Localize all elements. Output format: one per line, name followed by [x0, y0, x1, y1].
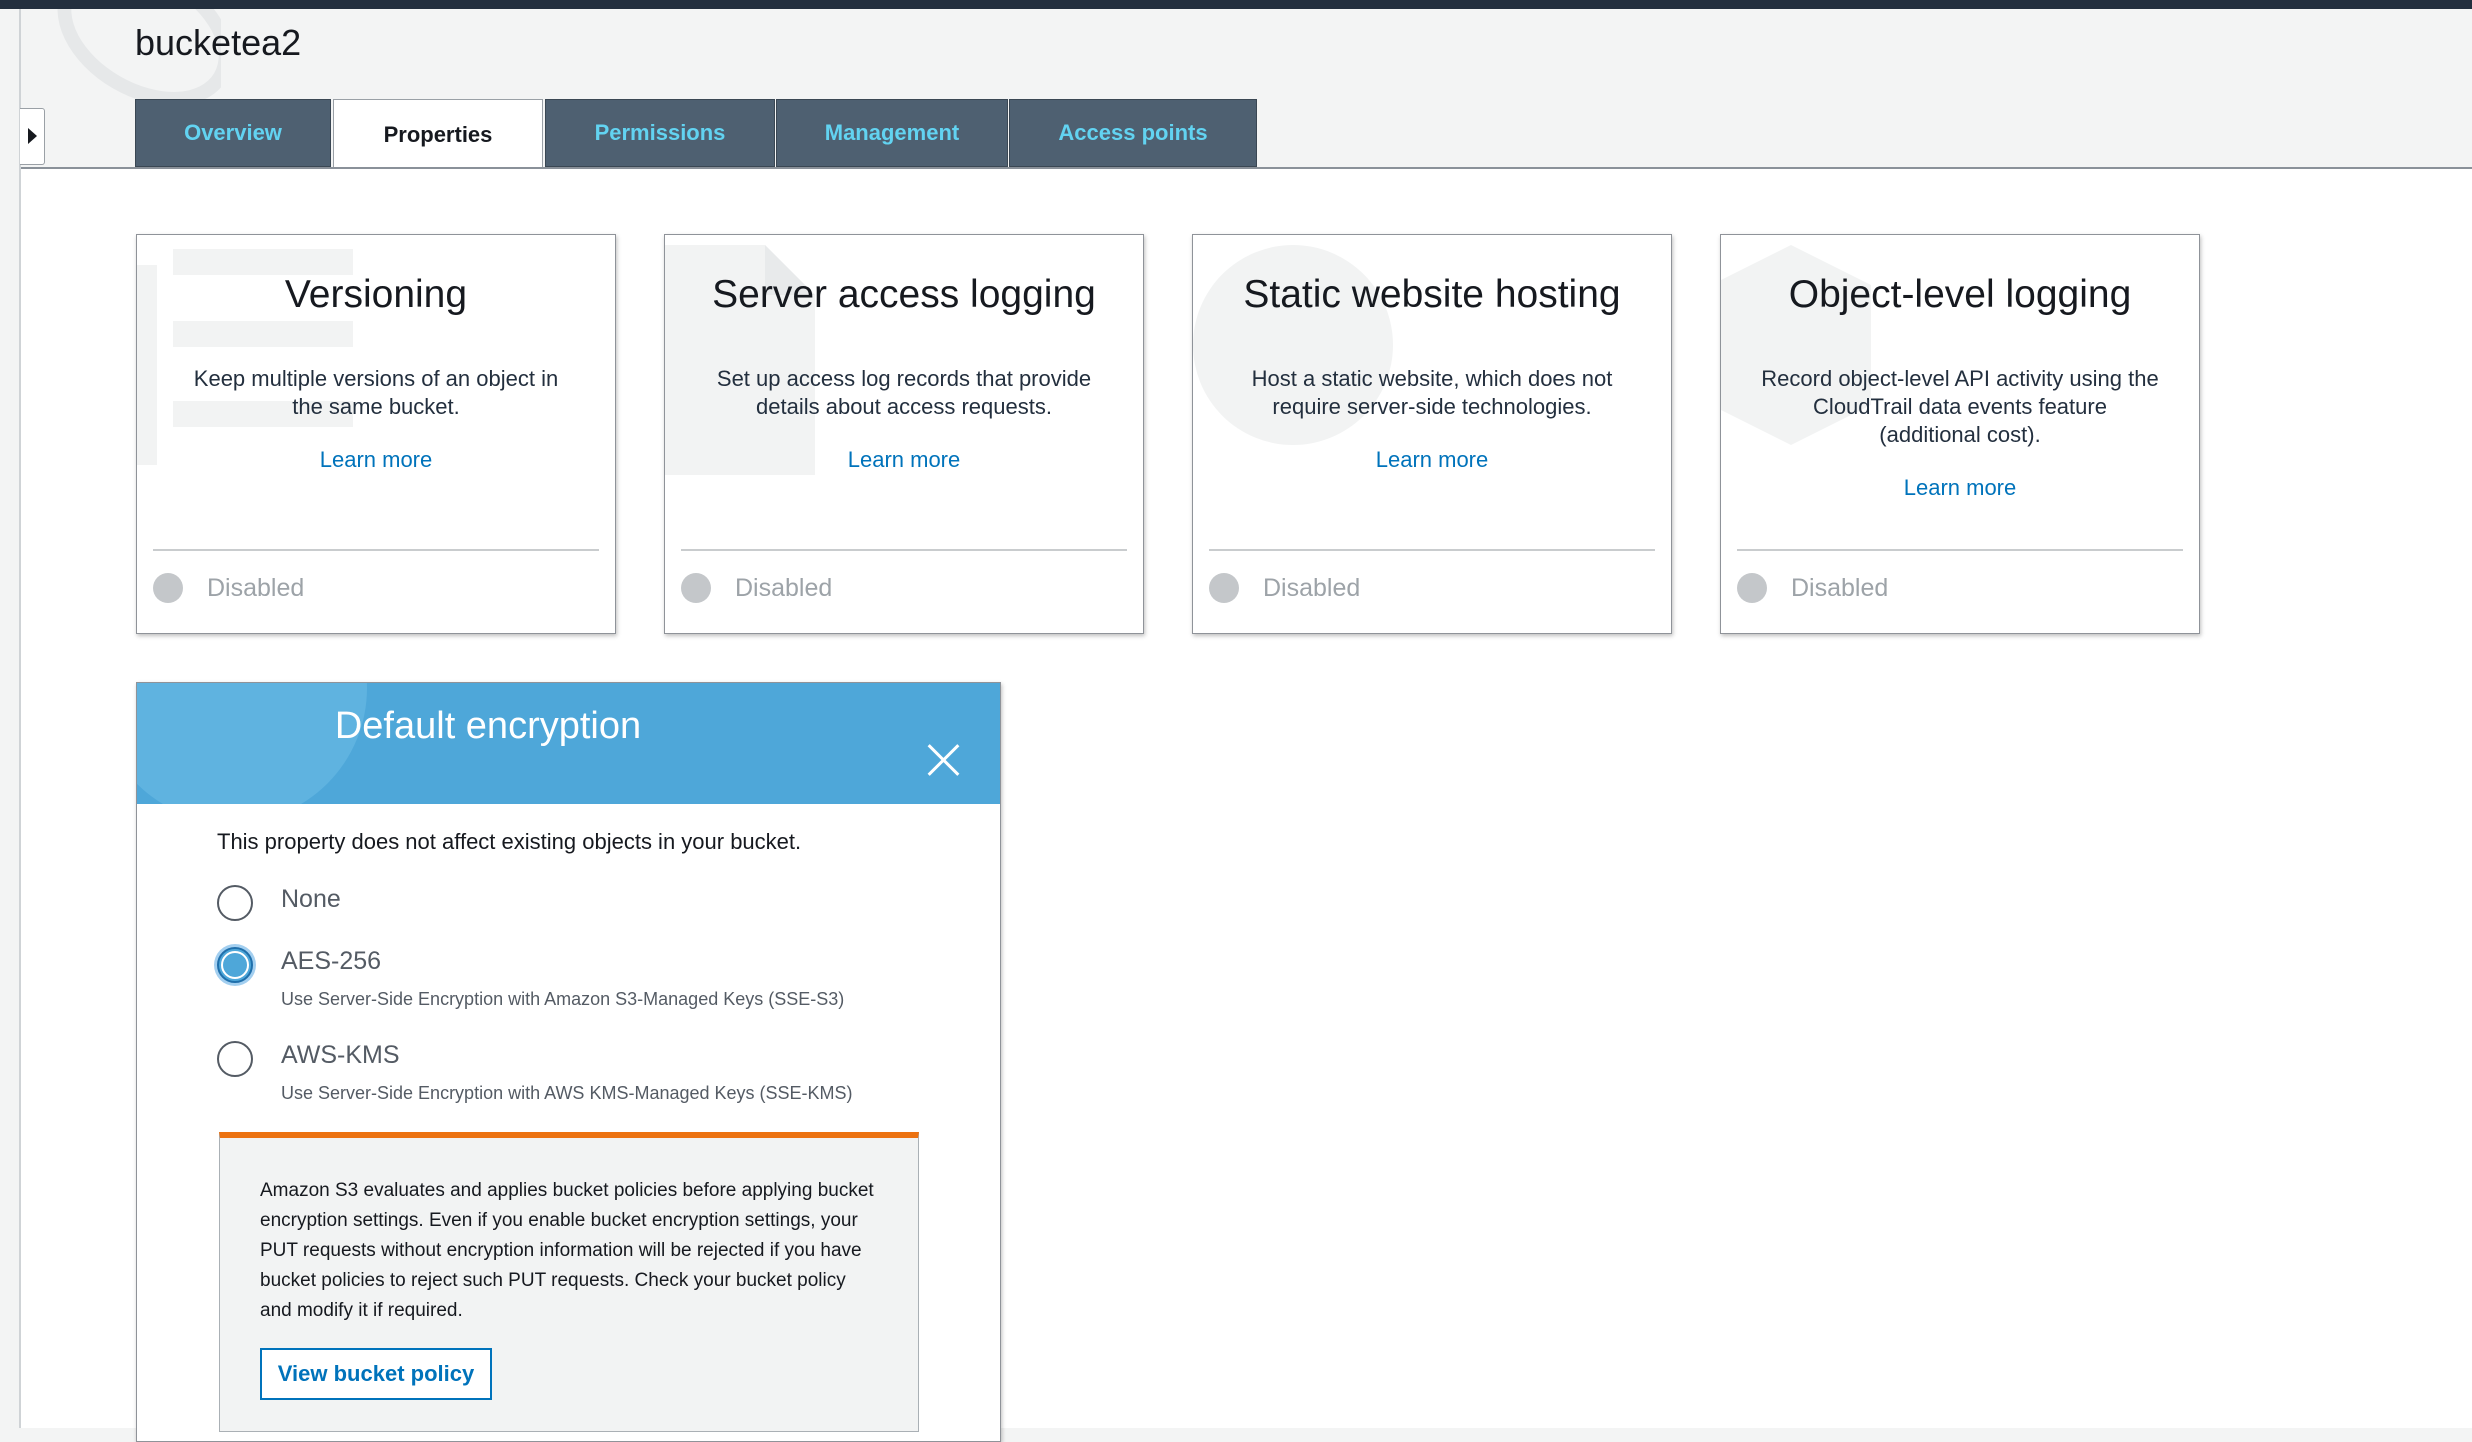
status-label: Disabled — [207, 573, 305, 602]
default-encryption-panel: Default encryption This property does no… — [136, 682, 1001, 1442]
card-divider — [153, 549, 599, 551]
status-label: Disabled — [1263, 573, 1361, 602]
card-title: Versioning — [284, 273, 468, 316]
card-description: Keep multiple versions of an object in t… — [193, 366, 559, 419]
globe-background-icon — [1193, 245, 1393, 445]
tab-permissions[interactable]: Permissions — [545, 99, 775, 167]
card-status: Disabled — [153, 573, 304, 603]
object-level-logging-card[interactable]: Object-level logging Record object-level… — [1720, 234, 2200, 634]
panel-header: Default encryption — [137, 683, 1000, 804]
card-title: Server access logging — [712, 273, 1096, 316]
card-description: Set up access log records that provide d… — [716, 366, 1092, 419]
status-dot-icon — [1737, 573, 1767, 603]
card-divider — [1209, 549, 1655, 551]
status-label: Disabled — [1791, 573, 1889, 602]
card-divider — [1737, 549, 2183, 551]
warning-text: Amazon S3 evaluates and applies bucket p… — [260, 1180, 874, 1321]
option-description: Use Server-Side Encryption with AWS KMS-… — [281, 1083, 853, 1103]
static-website-hosting-card[interactable]: Static website hosting Host a static web… — [1192, 234, 1672, 634]
card-description: Host a static website, which does not re… — [1251, 366, 1613, 419]
status-dot-icon — [681, 573, 711, 603]
tab-properties[interactable]: Properties — [333, 99, 543, 169]
card-title: Object-level logging — [1788, 273, 2132, 316]
tab-access-points[interactable]: Access points — [1009, 99, 1257, 167]
card-status: Disabled — [1209, 573, 1360, 603]
learn-more-link[interactable]: Learn more — [1193, 447, 1671, 473]
status-dot-icon — [153, 573, 183, 603]
server-access-logging-card[interactable]: Server access logging Set up access log … — [664, 234, 1144, 634]
card-description: Record object-level API activity using t… — [1761, 366, 2159, 447]
versioning-card[interactable]: Versioning Keep multiple versions of an … — [136, 234, 616, 634]
option-label: AWS-KMS — [281, 1041, 400, 1069]
card-divider — [681, 549, 1127, 551]
tab-management[interactable]: Management — [776, 99, 1008, 167]
radio-aes-256[interactable] — [217, 947, 253, 983]
card-title: Static website hosting — [1243, 273, 1621, 316]
versioning-background-icon — [137, 249, 353, 465]
status-dot-icon — [1209, 573, 1239, 603]
bucket-name-title: bucketea2 — [135, 22, 302, 63]
radio-aws-kms[interactable] — [217, 1041, 253, 1077]
close-icon[interactable] — [923, 739, 963, 779]
status-label: Disabled — [735, 573, 833, 602]
option-description: Use Server-Side Encryption with Amazon S… — [281, 989, 845, 1009]
card-status: Disabled — [681, 573, 832, 603]
learn-more-link[interactable]: Learn more — [137, 447, 615, 473]
option-label: AES-256 — [281, 947, 382, 975]
option-label: None — [281, 885, 341, 913]
learn-more-link[interactable]: Learn more — [665, 447, 1143, 473]
document-background-icon — [665, 245, 815, 475]
learn-more-link[interactable]: Learn more — [1721, 475, 2199, 501]
card-status: Disabled — [1737, 573, 1888, 603]
encryption-note: This property does not affect existing o… — [217, 829, 802, 854]
bucket-policy-warning: Amazon S3 evaluates and applies bucket p… — [219, 1132, 919, 1432]
top-navigation-bar — [0, 0, 2472, 9]
tab-overview[interactable]: Overview — [135, 99, 331, 167]
radio-none[interactable] — [217, 885, 253, 921]
panel-title: Default encryption — [334, 705, 642, 747]
view-bucket-policy-button[interactable]: View bucket policy — [260, 1348, 492, 1400]
